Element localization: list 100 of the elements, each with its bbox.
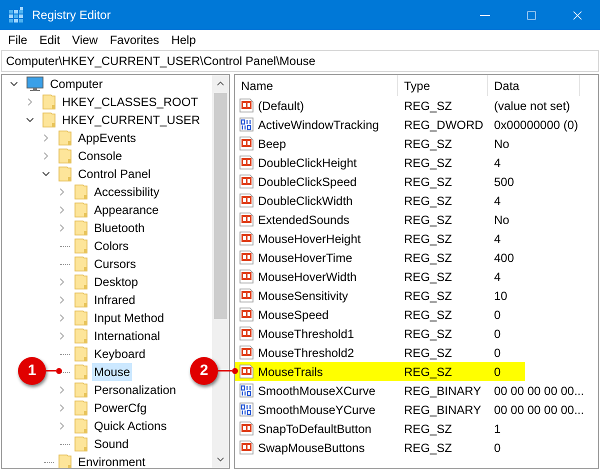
value-row[interactable]: DoubleClickSpeed REG_SZ 500 bbox=[235, 172, 538, 191]
tree-item[interactable]: Accessibility bbox=[92, 183, 162, 201]
tree-item[interactable]: Sound bbox=[92, 435, 131, 453]
value-row[interactable]: MouseThreshold1 REG_SZ 0 bbox=[235, 324, 525, 343]
value-data: No bbox=[493, 136, 510, 152]
value-row[interactable]: SmoothMouseXCurve REG_BINARY 00 00 00 00 00... bbox=[235, 381, 598, 400]
leader-line bbox=[218, 368, 238, 374]
leader-line bbox=[46, 368, 62, 374]
menu-item[interactable]: File bbox=[2, 31, 34, 49]
tree-item[interactable]: AppEvents bbox=[76, 129, 138, 147]
value-name: Beep bbox=[258, 136, 286, 152]
tree-item[interactable]: Colors bbox=[92, 237, 131, 255]
tree-item[interactable]: International bbox=[92, 327, 162, 345]
menu-item[interactable]: Favorites bbox=[104, 31, 166, 49]
value-data: 400 bbox=[493, 250, 516, 266]
string-value-icon bbox=[239, 345, 254, 360]
address-bar[interactable]: Computer\HKEY_CURRENT_USER\Control Panel\Mouse bbox=[1, 50, 599, 72]
value-data: 0 bbox=[493, 306, 502, 324]
tree-item[interactable]: Quick Actions bbox=[92, 417, 169, 435]
string-value-icon bbox=[239, 288, 254, 303]
string-value-icon bbox=[239, 98, 254, 113]
value-type: REG_SZ bbox=[403, 440, 454, 456]
scroll-thumb[interactable] bbox=[214, 93, 227, 319]
tree-item[interactable]: Computer bbox=[48, 75, 105, 93]
value-type: REG_SZ bbox=[403, 136, 454, 152]
tree-item[interactable]: Mouse bbox=[92, 363, 132, 381]
folder-icon bbox=[74, 202, 88, 218]
value-row[interactable]: SmoothMouseYCurve REG_BINARY 00 00 00 00 00... bbox=[235, 400, 598, 419]
menu-item[interactable]: View bbox=[66, 31, 104, 49]
value-name: MouseTrails bbox=[258, 364, 323, 380]
menu-item[interactable]: Edit bbox=[33, 31, 66, 49]
value-name: ActiveWindowTracking bbox=[258, 116, 379, 134]
scrollbar[interactable] bbox=[212, 75, 229, 468]
value-row[interactable]: MouseThreshold2 REG_SZ 0 bbox=[235, 343, 525, 362]
value-type: REG_SZ bbox=[403, 192, 454, 210]
value-name: SmoothMouseXCurve bbox=[258, 382, 376, 400]
value-type: REG_SZ bbox=[403, 326, 454, 342]
value-row[interactable]: ActiveWindowTracking REG_DWORD 0x00000000 (0) bbox=[235, 115, 598, 134]
value-row[interactable]: MouseHoverWidth REG_SZ 4 bbox=[235, 267, 525, 286]
value-name: DoubleClickWidth bbox=[258, 192, 353, 210]
tree-item[interactable]: Personalization bbox=[92, 381, 178, 399]
string-value-icon bbox=[239, 364, 254, 379]
value-type: REG_DWORD bbox=[403, 116, 484, 134]
value-row[interactable]: SnapToDefaultButton REG_SZ 1 bbox=[235, 419, 525, 438]
window-title: Registry Editor bbox=[32, 7, 111, 24]
tree-item[interactable]: Desktop bbox=[92, 273, 140, 291]
tree-item[interactable]: Environment bbox=[76, 453, 148, 468]
value-type: REG_BINARY bbox=[403, 402, 482, 418]
value-type: REG_SZ bbox=[403, 268, 454, 286]
tree-item[interactable]: Cursors bbox=[92, 255, 138, 273]
string-value-icon bbox=[239, 421, 254, 436]
value-row[interactable]: MouseSpeed REG_SZ 0 bbox=[235, 305, 525, 324]
column-header[interactable]: Type bbox=[398, 75, 488, 96]
binary-value-icon bbox=[239, 117, 254, 132]
value-type: REG_SZ bbox=[403, 306, 454, 324]
string-value-icon bbox=[239, 193, 254, 208]
tree-item[interactable]: Input Method bbox=[92, 309, 166, 327]
computer-icon bbox=[26, 76, 44, 92]
value-type: REG_SZ bbox=[403, 230, 454, 248]
tree-item[interactable]: HKEY_CLASSES_ROOT bbox=[60, 93, 200, 111]
value-row[interactable]: DoubleClickHeight REG_SZ 4 bbox=[235, 153, 525, 172]
value-type: REG_SZ bbox=[403, 364, 454, 380]
tree-item[interactable]: Control Panel bbox=[76, 165, 153, 183]
value-name: MouseHoverHeight bbox=[258, 230, 361, 248]
value-row[interactable]: ExtendedSounds REG_SZ No bbox=[235, 210, 534, 229]
value-name: (Default) bbox=[258, 98, 304, 114]
value-data: 00 00 00 00 00... bbox=[493, 402, 586, 418]
column-header[interactable]: Name bbox=[235, 75, 398, 96]
tree-item[interactable]: HKEY_CURRENT_USER bbox=[60, 111, 202, 129]
value-row[interactable]: Beep REG_SZ No bbox=[235, 134, 534, 153]
string-value-icon bbox=[239, 155, 254, 170]
tree-item[interactable]: Infrared bbox=[92, 291, 138, 309]
value-data: No bbox=[493, 212, 510, 228]
folder-icon bbox=[74, 310, 88, 326]
value-row[interactable]: (Default) REG_SZ (value not set) bbox=[235, 96, 594, 115]
folder-icon bbox=[42, 94, 56, 110]
value-data: 4 bbox=[493, 192, 502, 210]
value-name: ExtendedSounds bbox=[258, 212, 350, 228]
binary-value-icon bbox=[239, 402, 254, 417]
value-data: 0 bbox=[493, 440, 502, 456]
tree-item[interactable]: PowerCfg bbox=[92, 399, 149, 417]
value-row[interactable]: DoubleClickWidth REG_SZ 4 bbox=[235, 191, 525, 210]
value-row[interactable]: SwapMouseButtons REG_SZ 0 bbox=[235, 438, 525, 457]
folder-icon bbox=[42, 112, 56, 128]
folder-icon bbox=[74, 292, 88, 308]
tree-item[interactable]: Keyboard bbox=[92, 345, 148, 363]
value-row[interactable]: MouseHoverTime REG_SZ 400 bbox=[235, 248, 538, 267]
value-data: 10 bbox=[493, 288, 508, 304]
value-row[interactable]: MouseHoverHeight REG_SZ 4 bbox=[235, 229, 525, 248]
menu-item[interactable]: Help bbox=[165, 31, 202, 49]
value-data: 0x00000000 (0) bbox=[493, 116, 580, 134]
tree-item[interactable]: Bluetooth bbox=[92, 219, 147, 237]
value-data: (value not set) bbox=[493, 98, 572, 114]
value-row[interactable]: MouseSensitivity REG_SZ 10 bbox=[235, 286, 532, 305]
folder-icon bbox=[74, 346, 88, 362]
column-header[interactable]: Data bbox=[488, 75, 580, 96]
value-row[interactable]: MouseTrails REG_SZ 0 bbox=[235, 362, 525, 381]
tree-item[interactable]: Console bbox=[76, 147, 124, 165]
value-name: SmoothMouseYCurve bbox=[258, 402, 376, 418]
tree-item[interactable]: Appearance bbox=[92, 201, 161, 219]
